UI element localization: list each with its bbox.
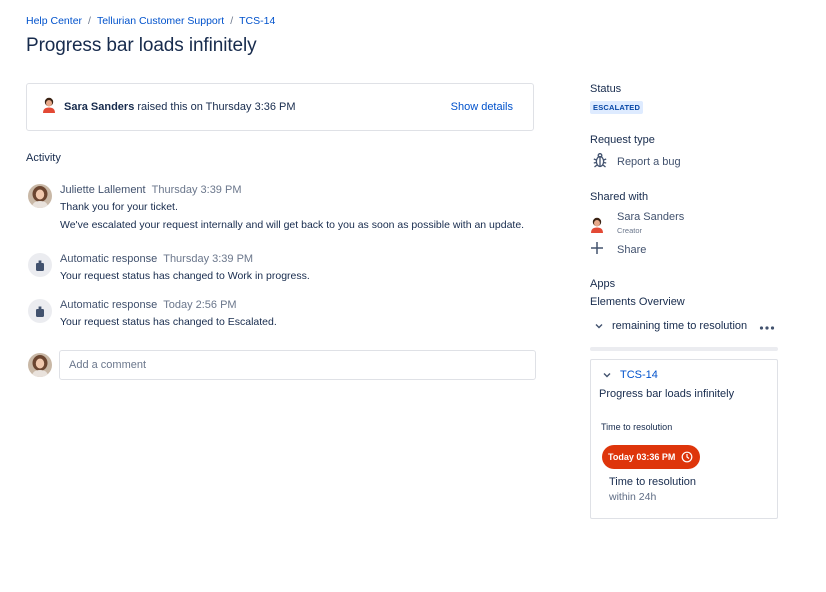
bot-icon xyxy=(28,299,52,323)
activity-time: Today 2:56 PM xyxy=(163,299,237,311)
reporter-name: Sara Sanders xyxy=(64,101,135,113)
activity-message: Your request status has changed to Escal… xyxy=(60,316,277,328)
reporter-avatar xyxy=(42,97,56,118)
request-type-section: Request type Report a bug xyxy=(590,134,681,171)
plus-icon xyxy=(590,241,604,258)
breadcrumb-separator: / xyxy=(88,15,91,27)
user-avatar xyxy=(28,184,52,208)
apps-label: Apps xyxy=(590,278,616,290)
activity-item: Juliette Lallement Thursday 3:39 PM Thank… xyxy=(28,184,524,231)
status-section: Status ESCALATED xyxy=(590,83,644,114)
bug-icon xyxy=(593,152,607,171)
raised-text: Sara Sanders raised this on Thursday 3:3… xyxy=(64,101,296,113)
activity-message: We've escalated your request internally … xyxy=(60,219,525,231)
request-type-value: Report a bug xyxy=(617,155,681,168)
sla-panel: TCS-14 Progress bar loads infinitely Tim… xyxy=(590,359,778,519)
sla-goal-name: Time to resolution xyxy=(609,476,697,488)
activity-message: Your request status has changed to Work … xyxy=(60,270,310,282)
share-label: Share xyxy=(617,243,647,256)
sla-badge-text: Today 03:36 PM xyxy=(608,452,676,462)
shared-user-avatar xyxy=(590,217,604,236)
shared-with-section: Shared with Sara Sanders Creator Share xyxy=(590,191,684,258)
status-badge: ESCALATED xyxy=(590,101,644,114)
sla-badge: Today 03:36 PM xyxy=(602,445,700,469)
breadcrumb-issue-key[interactable]: TCS-14 xyxy=(239,15,275,27)
activity-heading: Activity xyxy=(26,152,61,164)
comment-input[interactable] xyxy=(59,350,536,380)
share-button[interactable]: Share xyxy=(590,241,684,258)
activity-time: Thursday 3:39 PM xyxy=(163,253,254,265)
panel-issue-summary: Progress bar loads infinitely xyxy=(599,388,735,400)
breadcrumb-separator: / xyxy=(230,15,234,27)
activity-time: Thursday 3:39 PM xyxy=(151,184,242,196)
request-type-label: Request type xyxy=(590,134,655,146)
shared-with-label: Shared with xyxy=(590,191,649,203)
comment-row xyxy=(28,350,536,380)
section-divider xyxy=(590,347,778,351)
shared-user-role: Creator xyxy=(617,226,643,235)
clock-icon xyxy=(681,451,693,463)
remaining-time-label: remaining time to resolution xyxy=(612,320,748,332)
page-title: Progress bar loads infinitely xyxy=(26,35,257,56)
remaining-time-toggle[interactable]: remaining time to resolution xyxy=(590,320,778,332)
activity-author: Juliette Lallement xyxy=(60,184,146,196)
activity-author: Automatic response xyxy=(60,253,158,265)
current-user-avatar xyxy=(28,353,52,377)
panel-issue-key[interactable]: TCS-14 xyxy=(620,369,658,381)
shared-user-name: Sara Sanders xyxy=(617,211,685,223)
activity-author: Automatic response xyxy=(60,299,158,311)
bot-icon xyxy=(28,253,52,277)
elements-overview-label: Elements Overview xyxy=(590,296,685,308)
sla-panel-header[interactable]: TCS-14 xyxy=(599,369,658,381)
breadcrumb: Help Center / Tellurian Customer Support… xyxy=(26,15,275,27)
chevron-down-icon xyxy=(594,321,604,331)
chevron-down-icon xyxy=(602,370,612,380)
request-raised-box: Sara Sanders raised this on Thursday 3:3… xyxy=(26,83,534,131)
sla-goal-target: within 24h xyxy=(609,491,657,503)
status-label: Status xyxy=(590,83,622,95)
activity-item: Automatic response Today 2:56 PM Your req… xyxy=(28,299,277,328)
breadcrumb-service-desk[interactable]: Tellurian Customer Support xyxy=(97,15,224,27)
apps-section: Apps Elements Overview xyxy=(590,278,685,308)
activity-item: Automatic response Thursday 3:39 PM Your … xyxy=(28,253,310,282)
show-details-link[interactable]: Show details xyxy=(451,101,513,113)
activity-message: Thank you for your ticket. xyxy=(60,201,178,213)
breadcrumb-help-center[interactable]: Help Center xyxy=(26,15,82,27)
raised-suffix: raised this on Thursday 3:36 PM xyxy=(134,101,296,113)
time-to-resolution-label: Time to resolution xyxy=(601,422,673,432)
more-options-icon[interactable] xyxy=(759,322,775,334)
